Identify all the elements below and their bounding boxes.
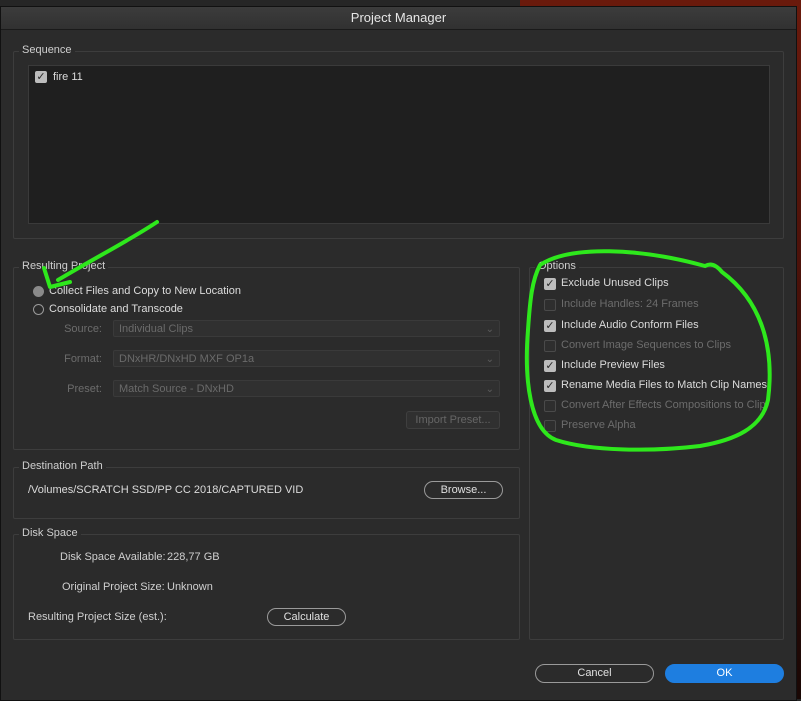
preserve-alpha-checkbox[interactable] [544,420,556,432]
sequence-list[interactable]: ✓ fire 11 [28,65,770,224]
source-select[interactable]: Individual Clips ⌄ [113,320,500,337]
chevron-down-icon: ⌄ [485,384,494,395]
destination-path: /Volumes/SCRATCH SSD/PP CC 2018/CAPTURED… [28,484,304,496]
format-label: Format: [64,353,102,365]
chevron-down-icon: ⌄ [485,324,494,335]
rename-media-checkbox[interactable]: ✓ [544,380,556,392]
preset-label: Preset: [67,383,102,395]
resulting-project-group-label: Resulting Project [19,260,109,272]
import-preset-button[interactable]: Import Preset... [406,411,500,429]
exclude-unused-checkbox[interactable]: ✓ [544,278,556,290]
exclude-unused-label[interactable]: Exclude Unused Clips [561,277,669,289]
original-size-value: Unknown [167,581,213,593]
source-value: Individual Clips [119,323,193,335]
preview-files-label[interactable]: Include Preview Files [561,359,665,371]
browse-button[interactable]: Browse... [424,481,503,499]
resulting-size-label: Resulting Project Size (est.): [28,611,167,623]
audio-conform-label[interactable]: Include Audio Conform Files [561,319,699,331]
options-group-label: Options [535,260,579,272]
after-effects-label: Convert After Effects Compositions to Cl… [561,399,765,411]
preset-select[interactable]: Match Source - DNxHD ⌄ [113,380,500,397]
disk-available-label: Disk Space Available: [60,551,166,563]
consolidate-label[interactable]: Consolidate and Transcode [49,303,183,315]
after-effects-checkbox[interactable] [544,400,556,412]
preview-files-checkbox[interactable]: ✓ [544,360,556,372]
include-handles-checkbox[interactable] [544,299,556,311]
image-sequences-checkbox[interactable] [544,340,556,352]
calculate-button[interactable]: Calculate [267,608,346,626]
sequence-item-label: fire 11 [53,71,83,83]
source-label: Source: [64,323,102,335]
consolidate-radio[interactable] [33,304,44,315]
ok-button[interactable]: OK [665,664,784,683]
rename-media-label[interactable]: Rename Media Files to Match Clip Names [561,379,767,391]
sequence-group-label: Sequence [19,44,75,56]
disk-available-value: 228,77 GB [167,551,220,563]
audio-conform-checkbox[interactable]: ✓ [544,320,556,332]
preset-value: Match Source - DNxHD [119,383,234,395]
include-handles-label: Include Handles: 24 Frames [561,298,699,310]
collect-files-radio[interactable] [33,286,44,297]
collect-files-label[interactable]: Collect Files and Copy to New Location [49,285,241,297]
destination-group-label: Destination Path [19,460,106,472]
disk-space-group-label: Disk Space [19,527,81,539]
project-manager-dialog: Project Manager Sequence ✓ fire 11 Resul… [0,6,797,701]
original-size-label: Original Project Size: [62,581,165,593]
cancel-button[interactable]: Cancel [535,664,654,683]
sequence-checkbox[interactable]: ✓ [35,71,47,83]
image-sequences-label: Convert Image Sequences to Clips [561,339,731,351]
format-value: DNxHR/DNxHD MXF OP1a [119,353,255,365]
chevron-down-icon: ⌄ [485,354,494,365]
dialog-title: Project Manager [1,7,796,30]
format-select[interactable]: DNxHR/DNxHD MXF OP1a ⌄ [113,350,500,367]
preserve-alpha-label: Preserve Alpha [561,419,636,431]
